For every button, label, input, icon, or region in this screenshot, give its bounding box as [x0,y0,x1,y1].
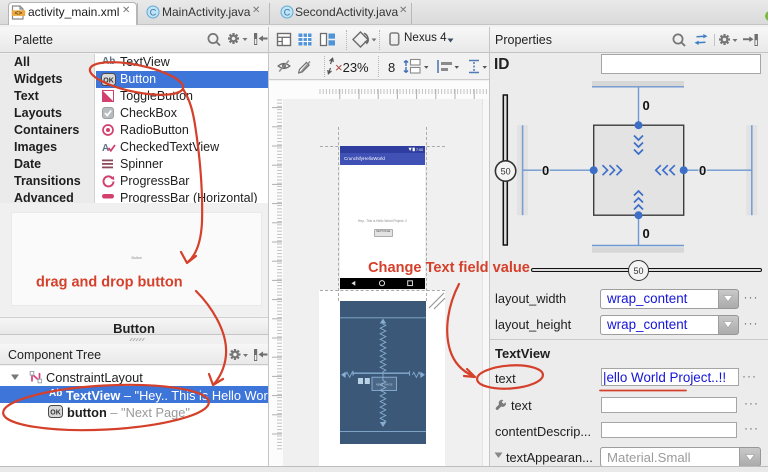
svg-text:OK: OK [103,77,114,84]
svg-text:7:00: 7:00 [416,148,423,152]
svg-text:50: 50 [501,166,511,176]
svg-text:0: 0 [542,163,549,178]
svg-text:OK: OK [50,409,61,416]
svg-text:0: 0 [643,98,650,113]
svg-text:C: C [150,7,157,17]
svg-text:0: 0 [643,226,650,241]
svg-text:C: C [284,7,291,17]
svg-text:0: 0 [699,163,706,178]
svg-text:NEXT PAGE: NEXT PAGE [375,382,392,386]
svg-text:<>: <> [15,10,23,17]
